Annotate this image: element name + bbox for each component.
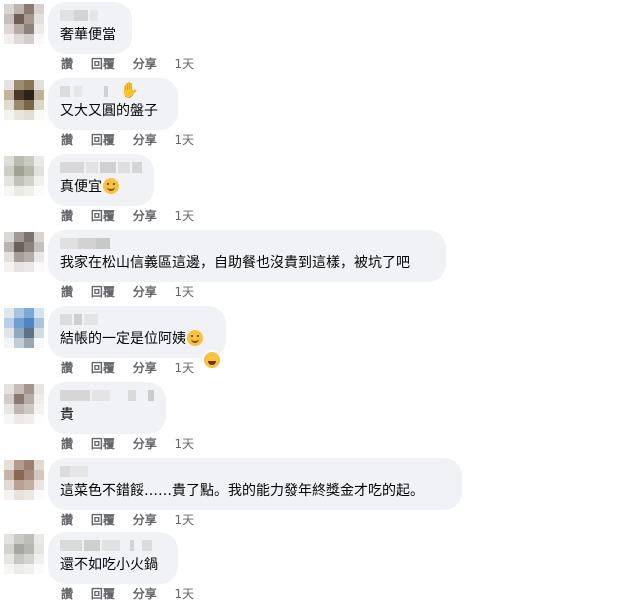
avatar[interactable]: [4, 384, 44, 424]
author-name-redacted[interactable]: [60, 388, 154, 402]
timestamp[interactable]: 1天: [175, 284, 195, 300]
comment-actions: 讚 回覆 分享 1天: [61, 208, 208, 224]
comment-actions: 讚 回覆 分享 1天: [61, 284, 208, 300]
share-button[interactable]: 分享: [133, 360, 157, 376]
timestamp[interactable]: 1天: [175, 208, 195, 224]
comment-text: 還不如吃小火鍋: [60, 557, 158, 573]
author-name-redacted[interactable]: [60, 312, 214, 326]
like-button[interactable]: 讚: [61, 56, 73, 72]
comment-item: 這菜色不錯餒……貴了點。我的能力發年終獎金才吃的起。 讚 回覆 分享 1天: [0, 456, 643, 532]
timestamp[interactable]: 1天: [175, 360, 195, 376]
avatar[interactable]: [4, 534, 44, 574]
timestamp[interactable]: 1天: [175, 512, 195, 528]
comment-bubble: 真便宜: [48, 154, 154, 206]
reply-button[interactable]: 回覆: [91, 208, 115, 224]
share-button[interactable]: 分享: [133, 586, 157, 602]
like-button[interactable]: 讚: [61, 512, 73, 528]
smile-emoji-icon: [103, 178, 119, 194]
like-button[interactable]: 讚: [61, 208, 73, 224]
timestamp[interactable]: 1天: [175, 436, 195, 452]
comment-item: 結帳的一定是位阿姨 讚 回覆 分享 1天: [0, 304, 643, 380]
comment-feed: 奢華便當 讚 回覆 分享 1天 ✋ 又大又圓的盤子 讚 回覆 分享 1天 真便宜…: [0, 0, 643, 606]
author-name-redacted[interactable]: [60, 8, 120, 22]
comment-actions: 讚 回覆 分享 1天: [61, 512, 208, 528]
comment-bubble: 結帳的一定是位阿姨: [48, 306, 226, 358]
avatar[interactable]: [4, 308, 44, 348]
reply-button[interactable]: 回覆: [91, 284, 115, 300]
comment-text-body: 結帳的一定是位阿姨: [60, 331, 186, 347]
comment-bubble: 還不如吃小火鍋: [48, 532, 178, 584]
comment-actions: 讚 回覆 分享 1天: [61, 586, 208, 602]
share-button[interactable]: 分享: [133, 284, 157, 300]
comment-bubble: 我家在松山信義區這邊，自助餐也沒貴到這樣，被坑了吧: [48, 230, 446, 282]
comment-text: 這菜色不錯餒……貴了點。我的能力發年終獎金才吃的起。: [60, 483, 424, 499]
comment-item: 真便宜 讚 回覆 分享 1天: [0, 152, 643, 228]
comment-actions: 讚 回覆 分享 1天: [61, 360, 208, 376]
author-name-redacted[interactable]: [60, 236, 434, 250]
like-button[interactable]: 讚: [61, 436, 73, 452]
reply-button[interactable]: 回覆: [91, 436, 115, 452]
comment-bubble: 奢華便當: [48, 2, 132, 54]
share-button[interactable]: 分享: [133, 208, 157, 224]
avatar[interactable]: [4, 156, 44, 196]
comment-item: 我家在松山信義區這邊，自助餐也沒貴到這樣，被坑了吧 讚 回覆 分享 1天: [0, 228, 643, 304]
author-name-redacted[interactable]: [60, 464, 450, 478]
like-button[interactable]: 讚: [61, 284, 73, 300]
comment-actions: 讚 回覆 分享 1天: [61, 132, 208, 148]
comment-item: ✋ 又大又圓的盤子 讚 回覆 分享 1天: [0, 76, 643, 152]
like-button[interactable]: 讚: [61, 360, 73, 376]
share-button[interactable]: 分享: [133, 436, 157, 452]
share-button[interactable]: 分享: [133, 512, 157, 528]
comment-bubble: 這菜色不錯餒……貴了點。我的能力發年終獎金才吃的起。: [48, 458, 462, 510]
comment-actions: 讚 回覆 分享 1天: [61, 56, 208, 72]
comment-text: 結帳的一定是位阿姨: [60, 330, 214, 348]
reply-button[interactable]: 回覆: [91, 132, 115, 148]
like-button[interactable]: 讚: [61, 132, 73, 148]
comment-bubble: ✋ 又大又圓的盤子: [48, 78, 178, 130]
avatar[interactable]: [4, 232, 44, 272]
reply-button[interactable]: 回覆: [91, 360, 115, 376]
author-name-redacted[interactable]: [60, 538, 166, 552]
reply-button[interactable]: 回覆: [91, 56, 115, 72]
reply-button[interactable]: 回覆: [91, 586, 115, 602]
comment-text: 貴: [60, 407, 74, 423]
comment-item: 貴 讚 回覆 分享 1天: [0, 380, 643, 456]
timestamp[interactable]: 1天: [175, 56, 195, 72]
author-name-redacted[interactable]: [60, 160, 142, 174]
author-name-redacted[interactable]: ✋: [60, 81, 166, 99]
avatar[interactable]: [4, 4, 44, 44]
reply-button[interactable]: 回覆: [91, 512, 115, 528]
waving-hand-icon: ✋: [120, 81, 139, 99]
comment-text: 又大又圓的盤子: [60, 103, 158, 119]
timestamp[interactable]: 1天: [175, 586, 195, 602]
share-button[interactable]: 分享: [133, 132, 157, 148]
smile-emoji-icon: [187, 330, 203, 346]
comment-text-body: 真便宜: [60, 179, 102, 195]
avatar[interactable]: [4, 80, 44, 120]
comment-actions: 讚 回覆 分享 1天: [61, 436, 208, 452]
comment-item: 還不如吃小火鍋 讚 回覆 分享 1天: [0, 530, 643, 606]
comment-text: 我家在松山信義區這邊，自助餐也沒貴到這樣，被坑了吧: [60, 255, 410, 271]
avatar[interactable]: [4, 460, 44, 500]
share-button[interactable]: 分享: [133, 56, 157, 72]
like-button[interactable]: 讚: [61, 586, 73, 602]
comment-item: 奢華便當 讚 回覆 分享 1天: [0, 0, 643, 76]
comment-bubble: 貴: [48, 382, 166, 434]
comment-text: 真便宜: [60, 178, 142, 196]
timestamp[interactable]: 1天: [175, 132, 195, 148]
comment-text: 奢華便當: [60, 27, 116, 43]
